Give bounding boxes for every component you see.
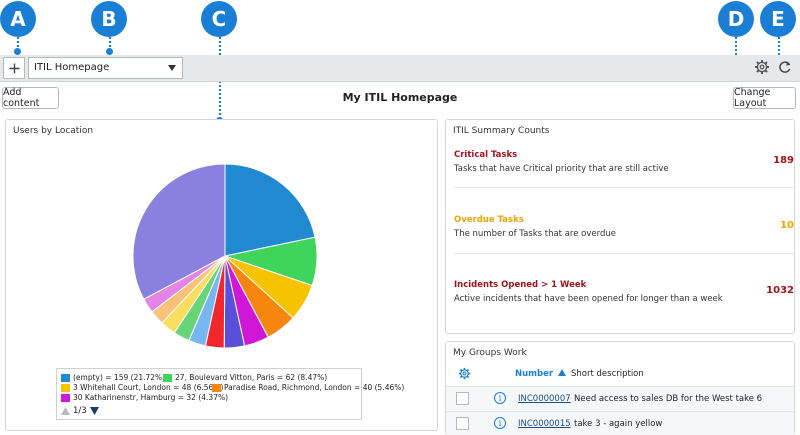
plus-icon — [9, 63, 19, 73]
legend-item[interactable]: 3 Whitehall Court, London = 48 (6.56%) — [61, 383, 223, 392]
summary-item-incidents-opened[interactable]: Incidents Opened > 1 Week Active inciden… — [454, 280, 794, 304]
legend-pager: 1/3 — [61, 406, 99, 416]
column-header-short-description[interactable]: Short description — [571, 369, 644, 379]
callout-a-dot — [14, 48, 21, 55]
callout-e: E — [760, 1, 796, 37]
my-groups-work-widget: My Groups Work Number Short description … — [445, 341, 795, 435]
legend-label: 3 Whitehall Court, London = 48 (6.56%) — [73, 383, 224, 392]
info-icon[interactable]: i — [494, 417, 506, 429]
gear-icon[interactable] — [458, 367, 471, 380]
record-number-link[interactable]: INC0000007 — [518, 394, 571, 404]
callout-b-dot — [106, 48, 113, 55]
page-title: My ITIL Homepage — [342, 91, 458, 104]
legend-label: 30 Katharinenstr, Hamburg = 32 (4.37%) — [73, 393, 229, 402]
widget-title: My Groups Work — [453, 348, 527, 358]
summary-item-count: 1032 — [766, 285, 794, 296]
row-checkbox[interactable] — [456, 417, 469, 430]
divider — [454, 187, 794, 188]
refresh-button[interactable] — [777, 59, 793, 75]
callout-a: A — [0, 1, 36, 37]
legend-swatch — [61, 383, 70, 392]
legend-label: Paradise Road, Richmond, London = 40 (5.… — [224, 383, 405, 392]
summary-item-critical-tasks[interactable]: Critical Tasks Tasks that have Critical … — [454, 150, 794, 174]
dashboard-toolbar: ITIL Homepage — [0, 55, 800, 82]
pie-chart — [132, 163, 318, 349]
summary-item-title: Critical Tasks — [454, 150, 518, 160]
callout-b: B — [91, 1, 127, 37]
short-description-cell: Need access to sales DB for the West tak… — [574, 394, 763, 404]
gear-icon — [755, 60, 769, 74]
info-icon[interactable]: i — [494, 392, 506, 404]
row-checkbox[interactable] — [456, 392, 469, 405]
chart-legend: (empty) = 159 (21.72%) 27, Boulevard Vit… — [56, 368, 404, 420]
legend-swatch — [61, 393, 70, 402]
add-widget-button[interactable] — [3, 57, 25, 79]
table-row[interactable]: i INC0000015 take 3 - again yellow — [446, 411, 794, 435]
legend-item[interactable]: 27, Boulevard Vitton, Paris = 62 (8.47%) — [163, 373, 327, 382]
chevron-down-icon — [168, 65, 176, 71]
callout-c: C — [201, 1, 237, 37]
triangle-up-icon[interactable] — [61, 407, 70, 415]
column-header-number[interactable]: Number — [515, 369, 567, 379]
column-header-number-label: Number — [515, 369, 554, 379]
table-header: Number Short description — [446, 362, 794, 386]
legend-label: (empty) = 159 (21.72%) — [73, 373, 166, 382]
callout-d: D — [718, 1, 754, 37]
summary-item-count: 10 — [780, 220, 794, 231]
dashboard-select[interactable]: ITIL Homepage — [28, 57, 183, 79]
summary-item-overdue-tasks[interactable]: Overdue Tasks The number of Tasks that a… — [454, 215, 794, 239]
summary-item-count: 189 — [773, 155, 794, 166]
legend-swatch — [212, 383, 221, 392]
dashboard-select-value: ITIL Homepage — [34, 62, 110, 73]
summary-item-desc: Tasks that have Critical priority that a… — [454, 164, 669, 174]
divider — [454, 253, 794, 254]
widget-title: Users by Location — [13, 126, 94, 136]
legend-page-indicator: 1/3 — [73, 406, 87, 416]
summary-item-title: Incidents Opened > 1 Week — [454, 280, 587, 290]
legend-item[interactable]: Paradise Road, Richmond, London = 40 (5.… — [212, 383, 404, 392]
refresh-icon — [779, 61, 791, 73]
sort-ascending-icon — [558, 369, 567, 376]
itil-summary-counts-widget: ITIL Summary Counts Critical Tasks Tasks… — [445, 119, 795, 334]
legend-item[interactable]: 30 Katharinenstr, Hamburg = 32 (4.37%) — [61, 393, 228, 402]
summary-item-title: Overdue Tasks — [454, 215, 524, 225]
settings-button[interactable] — [754, 59, 770, 75]
summary-item-desc: Active incidents that have been opened f… — [454, 294, 723, 304]
legend-label: 27, Boulevard Vitton, Paris = 62 (8.47%) — [175, 373, 328, 382]
record-number-link[interactable]: INC0000015 — [518, 419, 571, 429]
change-layout-button[interactable]: Change Layout — [733, 87, 796, 109]
table-row[interactable]: i INC0000007 Need access to sales DB for… — [446, 386, 794, 410]
widget-title: ITIL Summary Counts — [453, 126, 550, 136]
triangle-down-icon[interactable] — [89, 407, 99, 415]
short-description-cell: take 3 - again yellow — [574, 419, 663, 429]
summary-item-desc: The number of Tasks that are overdue — [454, 229, 616, 239]
legend-swatch — [61, 373, 70, 382]
legend-swatch — [163, 373, 172, 382]
legend-item[interactable]: (empty) = 159 (21.72%) — [61, 373, 165, 382]
